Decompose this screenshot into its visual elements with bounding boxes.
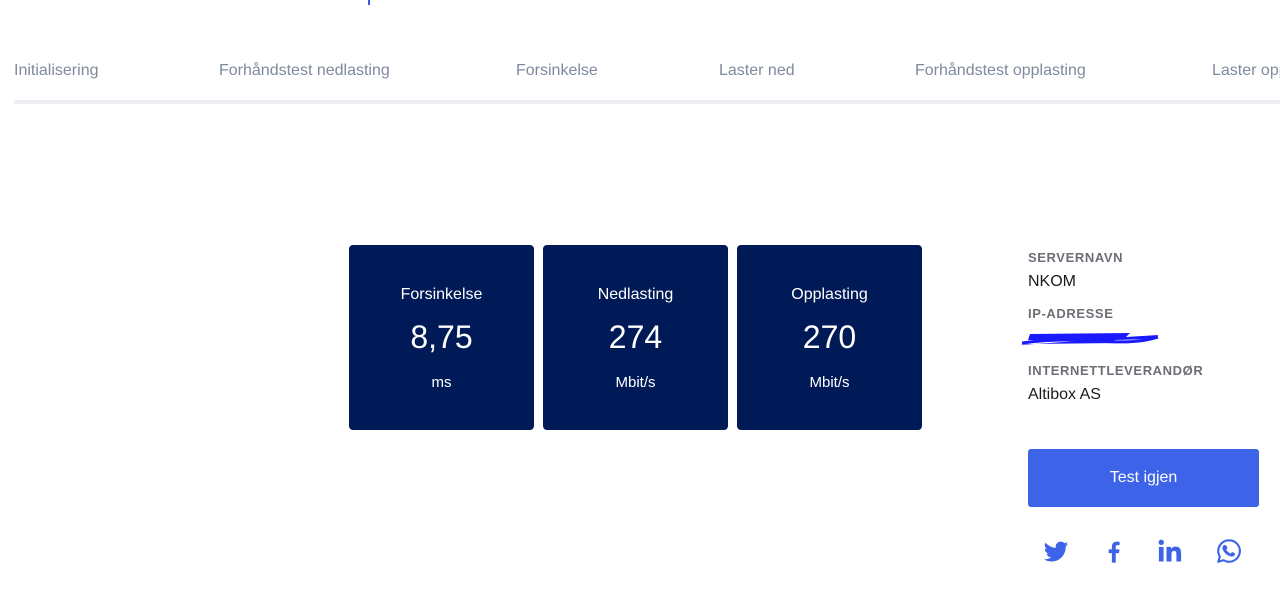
upload-label: Opplasting <box>791 286 868 303</box>
progress-bar <box>14 100 1280 104</box>
server-name-label: SERVERNAVN <box>1028 250 1124 265</box>
step-latency: Forsinkelse <box>516 62 598 79</box>
linkedin-icon[interactable] <box>1156 537 1184 565</box>
download-card: Nedlasting 274 Mbit/s <box>543 245 728 430</box>
latency-card: Forsinkelse 8,75 ms <box>349 245 534 430</box>
isp-value: Altibox AS <box>1028 386 1101 403</box>
isp-label: INTERNETTLEVERANDØR <box>1028 363 1204 378</box>
download-value: 274 <box>608 319 663 355</box>
upload-value: 270 <box>802 319 857 355</box>
step-pretest-upload: Forhåndstest opplasting <box>915 62 1086 79</box>
facebook-icon[interactable] <box>1100 537 1128 565</box>
latency-label: Forsinkelse <box>400 286 483 303</box>
step-downloading: Laster ned <box>719 62 795 79</box>
latency-unit: ms <box>431 374 452 391</box>
ip-address-label: IP-ADRESSE <box>1028 306 1114 321</box>
upload-card: Opplasting 270 Mbit/s <box>737 245 922 430</box>
progress-steps: Initialisering Forhåndstest nedlasting F… <box>14 0 1280 105</box>
download-label: Nedlasting <box>597 286 674 303</box>
twitter-icon[interactable] <box>1042 537 1070 565</box>
upload-unit: Mbit/s <box>809 374 850 391</box>
test-again-button[interactable]: Test igjen <box>1028 449 1259 507</box>
step-initialisering: Initialisering <box>14 62 99 79</box>
latency-value: 8,75 <box>410 319 473 355</box>
step-pretest-download: Forhåndstest nedlasting <box>219 62 390 79</box>
download-unit: Mbit/s <box>615 374 656 391</box>
server-name-value: NKOM <box>1028 273 1076 290</box>
step-uploading: Laster opp <box>1212 62 1280 79</box>
ip-address-redaction <box>1020 333 1159 345</box>
whatsapp-icon[interactable] <box>1215 537 1243 565</box>
